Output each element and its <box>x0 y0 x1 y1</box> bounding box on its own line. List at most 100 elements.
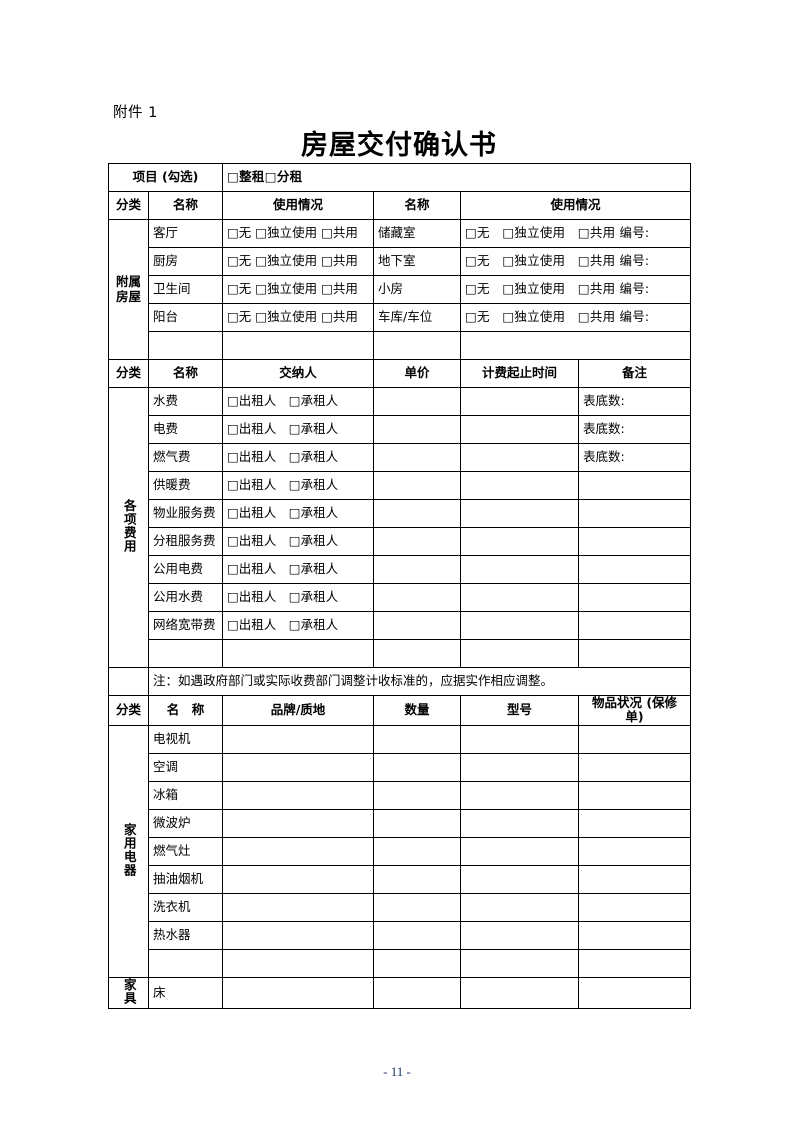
appliance-quantity[interactable] <box>373 864 461 894</box>
appliance-condition[interactable] <box>577 892 692 922</box>
fee-payer[interactable]: □出租人 □承租人 <box>222 555 374 584</box>
fee-unit-price[interactable] <box>373 611 461 640</box>
fee-payer[interactable]: □出租人 □承租人 <box>222 583 374 612</box>
fee-payer[interactable]: □出租人 □承租人 <box>222 611 374 640</box>
fee-billing-period[interactable] <box>460 639 579 668</box>
table-row: 公用水费 □出租人 □承租人 <box>109 583 692 612</box>
appliance-brand[interactable] <box>222 780 374 810</box>
appliance-quantity[interactable] <box>373 836 461 866</box>
fee-unit-price[interactable] <box>373 639 461 668</box>
furniture-condition[interactable] <box>577 976 692 1010</box>
fee-billing-period[interactable] <box>460 387 579 416</box>
appliance-quantity[interactable] <box>373 752 461 782</box>
appliance-condition[interactable] <box>577 836 692 866</box>
appliance-condition[interactable] <box>577 752 692 782</box>
project-value[interactable]: □整租□分租 <box>221 163 692 192</box>
table-row: 分租服务费 □出租人 □承租人 <box>109 527 692 556</box>
fee-payer[interactable]: □出租人 □承租人 <box>222 387 374 416</box>
room-usage-right[interactable] <box>459 331 692 360</box>
fee-payer[interactable]: □出租人 □承租人 <box>222 499 374 528</box>
appliance-brand[interactable] <box>222 752 374 782</box>
fee-remark[interactable] <box>577 583 692 612</box>
appliance-condition[interactable] <box>577 808 692 838</box>
fee-name[interactable] <box>148 639 223 668</box>
fee-billing-period[interactable] <box>460 611 579 640</box>
room-usage-right[interactable]: □无 □独立使用 □共用 编号: <box>459 247 692 276</box>
fee-payer[interactable]: □出租人 □承租人 <box>222 443 374 472</box>
room-usage-left[interactable]: □无 □独立使用 □共用 <box>222 275 374 304</box>
appliance-quantity[interactable] <box>373 920 461 950</box>
fee-remark[interactable] <box>577 555 692 584</box>
appliance-brand[interactable] <box>222 808 374 838</box>
fee-billing-period[interactable] <box>460 415 579 444</box>
appliance-model[interactable] <box>460 920 579 950</box>
appliance-name[interactable] <box>148 948 223 978</box>
fee-unit-price[interactable] <box>373 415 461 444</box>
fee-payer[interactable]: □出租人 □承租人 <box>222 471 374 500</box>
appliance-model[interactable] <box>460 948 579 978</box>
fee-remark[interactable] <box>577 639 692 668</box>
fee-name: 水费 <box>148 387 223 416</box>
room-usage-left[interactable]: □无 □独立使用 □共用 <box>222 219 374 248</box>
fee-unit-price[interactable] <box>373 499 461 528</box>
room-usage-right[interactable]: □无 □独立使用 □共用 编号: <box>459 219 692 248</box>
appliance-quantity[interactable] <box>373 948 461 978</box>
furniture-quantity[interactable] <box>373 976 461 1010</box>
appliance-condition[interactable] <box>577 920 692 950</box>
room-usage-right[interactable]: □无 □独立使用 □共用 编号: <box>459 275 692 304</box>
fee-unit-price[interactable] <box>373 443 461 472</box>
room-name-left[interactable] <box>148 331 223 360</box>
appliance-brand[interactable] <box>222 948 374 978</box>
table-row: 抽油烟机 <box>109 864 692 894</box>
appliance-brand[interactable] <box>222 836 374 866</box>
fee-unit-price[interactable] <box>373 555 461 584</box>
fee-billing-period[interactable] <box>460 499 579 528</box>
fee-unit-price[interactable] <box>373 583 461 612</box>
fee-remark[interactable] <box>577 527 692 556</box>
appliance-condition[interactable] <box>577 948 692 978</box>
appliance-condition[interactable] <box>577 724 692 754</box>
appliance-brand[interactable] <box>222 920 374 950</box>
appliance-model[interactable] <box>460 892 579 922</box>
fee-remark[interactable] <box>577 471 692 500</box>
fee-payer[interactable]: □出租人 □承租人 <box>222 527 374 556</box>
fee-billing-period[interactable] <box>460 527 579 556</box>
fee-remark[interactable]: 表底数: <box>577 443 692 472</box>
appliance-brand[interactable] <box>222 892 374 922</box>
appliance-model[interactable] <box>460 808 579 838</box>
fee-billing-period[interactable] <box>460 471 579 500</box>
fee-payer[interactable] <box>222 639 374 668</box>
room-usage-left[interactable] <box>222 331 374 360</box>
fee-unit-price[interactable] <box>373 471 461 500</box>
fee-remark[interactable]: 表底数: <box>577 387 692 416</box>
attachment-label: 附件 1 <box>113 105 158 121</box>
appliance-model[interactable] <box>460 836 579 866</box>
appliance-condition[interactable] <box>577 780 692 810</box>
room-usage-left[interactable]: □无 □独立使用 □共用 <box>222 303 374 332</box>
appliance-quantity[interactable] <box>373 892 461 922</box>
appliance-condition[interactable] <box>577 864 692 894</box>
appliance-brand[interactable] <box>222 864 374 894</box>
room-name-right[interactable] <box>373 331 461 360</box>
fee-billing-period[interactable] <box>460 555 579 584</box>
appliance-model[interactable] <box>460 780 579 810</box>
fee-billing-period[interactable] <box>460 583 579 612</box>
appliance-model[interactable] <box>460 864 579 894</box>
furniture-brand[interactable] <box>222 976 374 1010</box>
room-usage-right[interactable]: □无 □独立使用 □共用 编号: <box>459 303 692 332</box>
room-usage-left[interactable]: □无 □独立使用 □共用 <box>222 247 374 276</box>
fee-billing-period[interactable] <box>460 443 579 472</box>
fee-payer[interactable]: □出租人 □承租人 <box>222 415 374 444</box>
fee-unit-price[interactable] <box>373 527 461 556</box>
fee-unit-price[interactable] <box>373 387 461 416</box>
appliance-model[interactable] <box>460 752 579 782</box>
appliance-quantity[interactable] <box>373 808 461 838</box>
fee-remark[interactable] <box>577 611 692 640</box>
appliance-model[interactable] <box>460 724 579 754</box>
appliance-brand[interactable] <box>222 724 374 754</box>
appliance-quantity[interactable] <box>373 724 461 754</box>
fee-remark[interactable] <box>577 499 692 528</box>
fee-remark[interactable]: 表底数: <box>577 415 692 444</box>
appliance-quantity[interactable] <box>373 780 461 810</box>
furniture-model[interactable] <box>460 976 579 1010</box>
